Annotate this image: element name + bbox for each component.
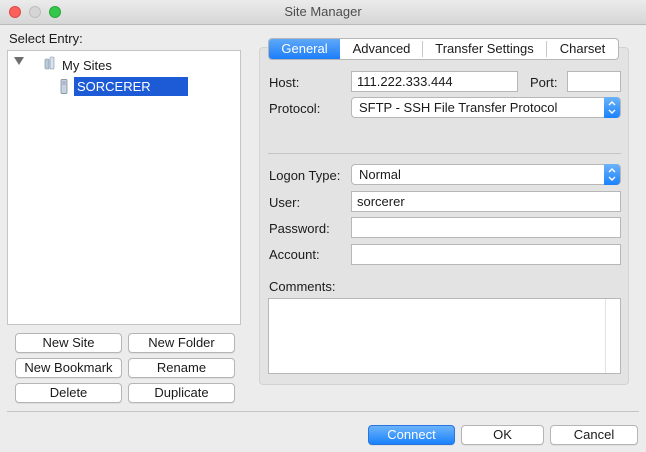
password-input[interactable]	[351, 217, 621, 238]
tab-general[interactable]: General	[269, 39, 340, 59]
footer-divider	[7, 411, 639, 412]
new-site-button[interactable]: New Site	[15, 333, 122, 353]
logon-type-select[interactable]: Normal	[351, 164, 621, 185]
connect-button[interactable]: Connect	[368, 425, 455, 445]
delete-button[interactable]: Delete	[15, 383, 122, 403]
host-label: Host:	[269, 75, 300, 90]
server-icon	[60, 79, 68, 94]
comments-label: Comments:	[269, 279, 336, 294]
tab-charset[interactable]: Charset	[547, 39, 618, 59]
rename-button[interactable]: Rename	[128, 358, 235, 378]
user-label: User:	[269, 195, 301, 210]
user-input[interactable]: sorcerer	[351, 191, 621, 212]
port-label: Port:	[530, 75, 558, 90]
select-stepper-icon	[604, 164, 620, 185]
comments-text	[269, 299, 620, 307]
select-entry-label: Select Entry:	[9, 31, 83, 46]
textarea-scroll-divider	[605, 299, 606, 373]
protocol-label: Protocol:	[269, 101, 321, 116]
logon-type-label: Logon Type:	[269, 168, 341, 183]
account-label: Account:	[269, 247, 320, 262]
logon-type-value: Normal	[359, 167, 401, 182]
select-stepper-icon	[604, 97, 620, 118]
host-input[interactable]: 111.222.333.444	[351, 71, 518, 92]
port-input[interactable]	[567, 71, 621, 92]
password-label: Password:	[269, 221, 330, 236]
new-folder-button[interactable]: New Folder	[128, 333, 235, 353]
tab-bar: General Advanced Transfer Settings Chars…	[268, 38, 619, 60]
tree-root-label[interactable]: My Sites	[62, 58, 112, 73]
window-title: Site Manager	[284, 4, 362, 19]
protocol-select-value: SFTP - SSH File Transfer Protocol	[359, 100, 558, 115]
new-bookmark-button[interactable]: New Bookmark	[15, 358, 122, 378]
tree-item-sorcerer-storm[interactable]: SORCERER Storm	[74, 77, 188, 113]
protocol-select[interactable]: SFTP - SSH File Transfer Protocol	[351, 97, 621, 118]
server-folder-icon	[44, 56, 55, 70]
tab-advanced[interactable]: Advanced	[341, 39, 422, 59]
account-input[interactable]	[351, 244, 621, 265]
disclosure-triangle-icon[interactable]	[14, 57, 24, 65]
tab-transfer-settings[interactable]: Transfer Settings	[423, 39, 546, 59]
ok-button[interactable]: OK	[461, 425, 544, 445]
comments-textarea[interactable]	[268, 298, 621, 374]
duplicate-button[interactable]: Duplicate	[128, 383, 235, 403]
cancel-button[interactable]: Cancel	[550, 425, 638, 445]
section-divider	[268, 153, 621, 154]
